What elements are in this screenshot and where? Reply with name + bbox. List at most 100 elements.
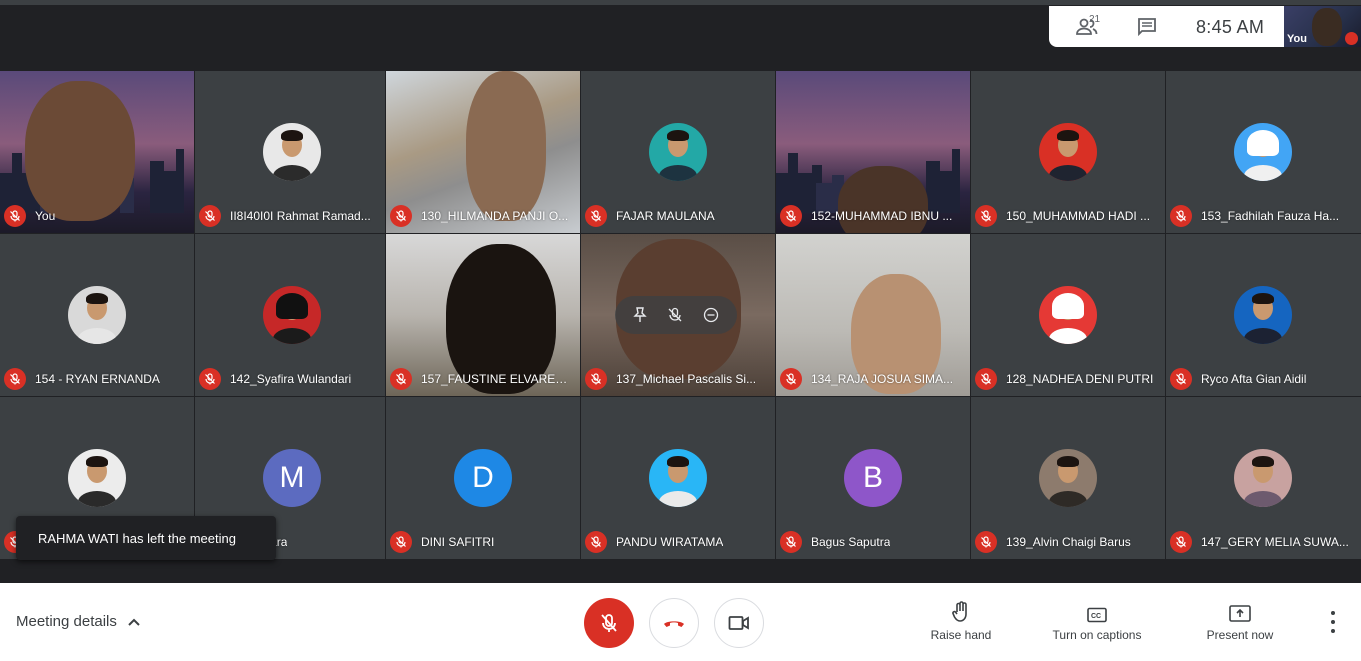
notification-toast: RAHMA WATI has left the meeting — [16, 516, 276, 560]
avatar-hair — [1252, 293, 1274, 304]
letter-avatar: M — [263, 449, 321, 507]
avatar-body — [1049, 165, 1087, 181]
participant-tile[interactable]: Ryco Afta Gian Aidil — [1166, 234, 1361, 396]
participant-name: 150_MUHAMMAD HADI ... — [1006, 209, 1151, 223]
mic-off-icon — [585, 205, 607, 227]
mic-off-icon[interactable] — [667, 307, 683, 323]
avatar — [1234, 449, 1292, 507]
leave-call-button[interactable] — [649, 598, 699, 648]
participant-tile[interactable]: FAJAR MAULANA — [581, 71, 775, 233]
participant-tile[interactable]: 137_Michael Pascalis Si... — [581, 234, 775, 396]
participant-name-row: PANDU WIRATAMA — [585, 531, 723, 553]
participant-name: 157_FAUSTINE ELVARET... — [421, 372, 571, 386]
participant-name-row: 139_Alvin Chaigi Barus — [975, 531, 1131, 553]
mic-off-icon — [199, 368, 221, 390]
participant-name-row: Ryco Afta Gian Aidil — [1170, 368, 1306, 390]
letter-avatar: D — [454, 449, 512, 507]
pin-icon[interactable] — [633, 307, 647, 323]
avatar — [1234, 286, 1292, 344]
raise-hand-label: Raise hand — [930, 628, 992, 642]
mic-off-icon — [1170, 531, 1192, 553]
captions-button[interactable]: CC Turn on captions — [1042, 599, 1152, 642]
avatar — [1039, 449, 1097, 507]
avatar-body — [1244, 328, 1282, 344]
avatar — [649, 123, 707, 181]
avatar-body — [1244, 491, 1282, 507]
people-count: 21 — [1089, 14, 1101, 25]
participant-name-row: 153_Fadhilah Fauza Ha... — [1170, 205, 1339, 227]
top-strip — [0, 0, 1361, 5]
participant-name: You — [35, 209, 56, 223]
svg-text:CC: CC — [1091, 613, 1101, 620]
mic-off-icon — [975, 368, 997, 390]
meet-window: 21 8:45 AM You You II8I40I0I Rahmat Ramad… — [0, 0, 1361, 661]
participant-name-row: 152-MUHAMMAD IBNU ... — [780, 205, 952, 227]
people-button[interactable] — [1067, 6, 1107, 47]
meeting-details-label: Meeting details — [16, 613, 117, 630]
mic-off-icon — [390, 205, 412, 227]
avatar-hair — [281, 130, 303, 141]
participant-grid: You II8I40I0I Rahmat Ramad... 130_HILMANDA… — [0, 71, 1361, 560]
avatar-letter: M — [279, 461, 305, 494]
present-label: Present now — [1206, 628, 1274, 642]
participant-name: DINI SAFITRI — [421, 535, 495, 549]
bottom-toolbar: Meeting details Raise hand CC Turn on ca… — [0, 583, 1361, 661]
participant-tile[interactable]: D DINI SAFITRI — [386, 397, 580, 559]
participant-name: 137_Michael Pascalis Si... — [616, 372, 757, 386]
participant-tile[interactable]: 142_Syafira Wulandari — [195, 234, 385, 396]
avatar-body — [1049, 491, 1087, 507]
phone-hangup-icon — [664, 621, 684, 627]
participant-video-face — [466, 71, 546, 221]
participant-tile[interactable]: 147_GERY MELIA SUWA... — [1166, 397, 1361, 559]
more-vert-icon — [1331, 611, 1335, 615]
participant-tile[interactable]: B Bagus Saputra — [776, 397, 970, 559]
camera-toggle-button[interactable] — [714, 598, 764, 648]
participant-video-face — [25, 81, 135, 221]
participant-tile[interactable]: PANDU WIRATAMA — [581, 397, 775, 559]
participant-name-row: 134_RAJA JOSUA SIMA... — [780, 368, 953, 390]
avatar-body — [659, 491, 697, 507]
avatar — [1039, 123, 1097, 181]
avatar-body — [273, 328, 311, 344]
participant-name: Ryco Afta Gian Aidil — [1201, 372, 1307, 386]
participant-tile[interactable]: 130_HILMANDA PANJI O... — [386, 71, 580, 233]
more-options-button[interactable] — [1323, 611, 1343, 633]
participant-tile[interactable]: 152-MUHAMMAD IBNU ... — [776, 71, 970, 233]
participant-tile[interactable]: 154 - RYAN ERNANDA — [0, 234, 194, 396]
mic-off-icon — [1345, 32, 1358, 45]
mic-off-icon — [390, 531, 412, 553]
avatar-hair — [276, 293, 308, 319]
participant-tile[interactable]: 128_NADHEA DENI PUTRI — [971, 234, 1165, 396]
mic-off-icon — [601, 614, 617, 632]
participant-tile[interactable]: You — [0, 71, 194, 233]
participant-name-row: You — [4, 205, 55, 227]
participant-name: 152-MUHAMMAD IBNU ... — [811, 209, 953, 223]
avatar-letter: B — [862, 461, 883, 494]
avatar-hair — [1057, 130, 1079, 141]
participant-tile[interactable]: 157_FAUSTINE ELVARET... — [386, 234, 580, 396]
self-video-thumbnail[interactable]: You — [1284, 6, 1361, 47]
participant-name-row: 147_GERY MELIA SUWA... — [1170, 531, 1349, 553]
mic-off-icon — [390, 368, 412, 390]
participant-tile[interactable]: II8I40I0I Rahmat Ramad... — [195, 71, 385, 233]
chevron-up-icon — [128, 618, 140, 626]
mic-toggle-button[interactable] — [584, 598, 634, 648]
participant-tile[interactable]: 134_RAJA JOSUA SIMA... — [776, 234, 970, 396]
chat-button[interactable] — [1131, 6, 1163, 47]
mic-off-icon — [780, 368, 802, 390]
participant-name-row: 137_Michael Pascalis Si... — [585, 368, 756, 390]
letter-avatar: B — [844, 449, 902, 507]
meeting-details-button[interactable]: Meeting details — [16, 613, 141, 630]
participant-name: FAJAR MAULANA — [616, 209, 715, 223]
participant-tile[interactable]: 153_Fadhilah Fauza Ha... — [1166, 71, 1361, 233]
avatar-hair — [1252, 456, 1274, 467]
raise-hand-button[interactable]: Raise hand — [925, 599, 997, 642]
participant-tile[interactable]: 150_MUHAMMAD HADI ... — [971, 71, 1165, 233]
participant-name-row: 157_FAUSTINE ELVARET... — [390, 368, 571, 390]
avatar — [649, 449, 707, 507]
participant-tile[interactable]: 139_Alvin Chaigi Barus — [971, 397, 1165, 559]
avatar-body — [1244, 165, 1282, 181]
avatar-hair — [86, 456, 108, 467]
present-now-button[interactable]: Present now — [1200, 599, 1280, 642]
remove-circle-icon[interactable] — [703, 307, 719, 323]
